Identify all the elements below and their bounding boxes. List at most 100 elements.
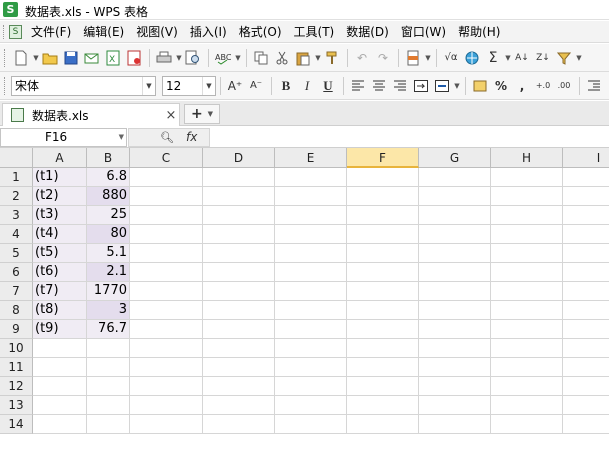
cell-i1[interactable] [563,168,609,187]
cell-a9[interactable]: (t9) [33,320,87,339]
cell-f13[interactable] [347,396,419,415]
cell-f6[interactable] [347,263,419,282]
paste-icon[interactable] [293,48,313,68]
cell-h2[interactable] [491,187,563,206]
align-left-icon[interactable] [348,76,368,96]
document-tab[interactable]: 数据表.xls × [2,103,180,126]
redo-icon[interactable]: ↷ [373,48,393,68]
row-header-7[interactable]: 7 [0,282,33,301]
cell-h1[interactable] [491,168,563,187]
currency-icon[interactable] [470,76,490,96]
chevron-down-icon[interactable]: ▼ [208,110,213,118]
cell-b6[interactable]: 2.1 [87,263,130,282]
cell-g12[interactable] [419,377,491,396]
open-folder-icon[interactable] [40,48,60,68]
cell-g6[interactable] [419,263,491,282]
cell-f8[interactable] [347,301,419,320]
cell-i12[interactable] [563,377,609,396]
cell-a14[interactable] [33,415,87,434]
format-painter-icon[interactable] [322,48,342,68]
cell-f5[interactable] [347,244,419,263]
menu-tools[interactable]: 工具(T) [289,23,340,40]
italic-button[interactable]: I [297,76,317,96]
cell-g1[interactable] [419,168,491,187]
row-header-3[interactable]: 3 [0,206,33,225]
cell-d12[interactable] [203,377,275,396]
column-header-c[interactable]: C [130,148,203,168]
indent-icon[interactable] [584,76,604,96]
toolbar-grip[interactable] [4,76,7,95]
cell-h12[interactable] [491,377,563,396]
cell-i13[interactable] [563,396,609,415]
cell-b8[interactable]: 3 [87,301,130,320]
cell-b1[interactable]: 6.8 [87,168,130,187]
cell-e5[interactable] [275,244,347,263]
cell-d1[interactable] [203,168,275,187]
filter-dropdown-icon[interactable]: ▼ [575,54,583,62]
column-header-h[interactable]: H [491,148,563,168]
cell-e4[interactable] [275,225,347,244]
cell-i8[interactable] [563,301,609,320]
print-dropdown-icon[interactable]: ▼ [175,54,183,62]
cell-e12[interactable] [275,377,347,396]
cell-d8[interactable] [203,301,275,320]
cell-e14[interactable] [275,415,347,434]
row-header-11[interactable]: 11 [0,358,33,377]
cell-d10[interactable] [203,339,275,358]
cell-c3[interactable] [130,206,203,225]
row-header-2[interactable]: 2 [0,187,33,206]
spell-dropdown-icon[interactable]: ▼ [234,54,242,62]
cell-b12[interactable] [87,377,130,396]
cell-g8[interactable] [419,301,491,320]
cell-e9[interactable] [275,320,347,339]
cell-f9[interactable] [347,320,419,339]
new-tab-button[interactable]: + ▼ [184,104,220,124]
cell-c8[interactable] [130,301,203,320]
print-preview-icon[interactable] [183,48,203,68]
cell-f3[interactable] [347,206,419,225]
spell-check-icon[interactable]: ABC [213,48,233,68]
cell-h10[interactable] [491,339,563,358]
column-header-g[interactable]: G [419,148,491,168]
menu-grip[interactable] [3,24,7,39]
cell-e8[interactable] [275,301,347,320]
cell-i4[interactable] [563,225,609,244]
align-right-icon[interactable] [390,76,410,96]
grow-font-button[interactable]: A⁺ [225,76,245,96]
cell-i2[interactable] [563,187,609,206]
chevron-down-icon[interactable]: ▼ [119,129,124,146]
cell-a12[interactable] [33,377,87,396]
cell-d4[interactable] [203,225,275,244]
cell-f1[interactable] [347,168,419,187]
cell-a4[interactable]: (t4) [33,225,87,244]
column-header-d[interactable]: D [203,148,275,168]
magnifier-icon[interactable]: 🔍︎ [160,131,174,144]
cell-c7[interactable] [130,282,203,301]
cell-c10[interactable] [130,339,203,358]
column-header-f[interactable]: F [347,148,419,168]
row-header-8[interactable]: 8 [0,301,33,320]
cell-d5[interactable] [203,244,275,263]
bold-button[interactable]: B [276,76,296,96]
cell-h11[interactable] [491,358,563,377]
print-icon[interactable] [154,48,174,68]
cell-c4[interactable] [130,225,203,244]
cell-a5[interactable]: (t5) [33,244,87,263]
cell-d11[interactable] [203,358,275,377]
cell-h5[interactable] [491,244,563,263]
cell-c12[interactable] [130,377,203,396]
menu-data[interactable]: 数据(D) [341,23,394,40]
cell-h8[interactable] [491,301,563,320]
filter-icon[interactable] [554,48,574,68]
cell-d6[interactable] [203,263,275,282]
cell-a6[interactable]: (t6) [33,263,87,282]
cell-c11[interactable] [130,358,203,377]
cell-b10[interactable] [87,339,130,358]
row-header-6[interactable]: 6 [0,263,33,282]
cell-b5[interactable]: 5.1 [87,244,130,263]
cell-c5[interactable] [130,244,203,263]
thousands-separator-icon[interactable]: , [512,76,532,96]
cell-f4[interactable] [347,225,419,244]
align-center-icon[interactable] [369,76,389,96]
cell-d13[interactable] [203,396,275,415]
